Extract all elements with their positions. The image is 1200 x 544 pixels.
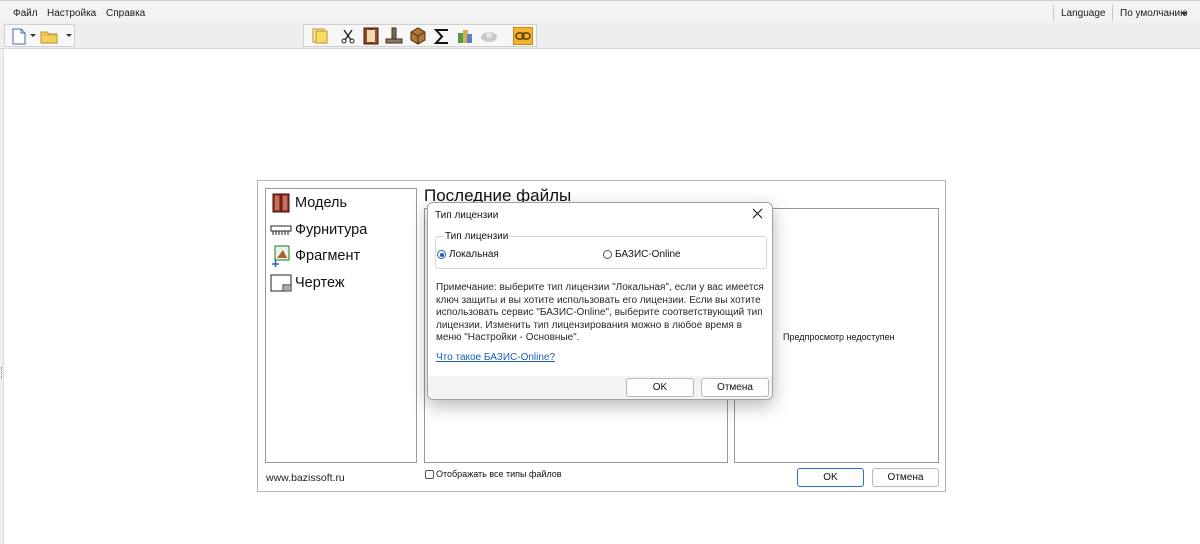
dialog-titlebar[interactable]: Тип лицензии <box>428 203 772 225</box>
drawing-icon <box>270 273 292 293</box>
radio-button-selected[interactable] <box>437 250 446 259</box>
cabinet-icon[interactable] <box>361 27 381 45</box>
cabinet-icon <box>270 193 292 213</box>
scissors-icon[interactable] <box>338 27 358 45</box>
link-icon[interactable] <box>513 27 533 45</box>
file-toolbar-group <box>4 24 75 47</box>
dialog-footer: OK Отмена <box>428 376 772 399</box>
start-cancel-button[interactable]: Отмена <box>872 468 939 487</box>
menu-language[interactable]: Language <box>1061 8 1106 19</box>
new-file-dropdown-icon[interactable] <box>30 34 36 37</box>
box-icon[interactable] <box>408 27 428 45</box>
dialog-cancel-button[interactable]: Отмена <box>701 378 769 397</box>
left-splitter[interactable] <box>0 49 4 544</box>
nav-item-fragment[interactable]: Фрагмент <box>270 245 360 267</box>
start-ok-button[interactable]: OK <box>797 468 864 487</box>
splitter-grip[interactable] <box>1 367 3 379</box>
close-icon[interactable] <box>752 208 763 219</box>
nav-item-model[interactable]: Модель <box>270 192 347 214</box>
create-nav-list: Модель Фурнитура Фрагмент Чертеж <box>265 188 417 463</box>
menu-default-mode[interactable]: По умолчанию <box>1120 8 1188 19</box>
radio-local[interactable]: Локальная <box>437 249 499 260</box>
fragment-icon <box>270 245 292 267</box>
main-toolbar-group <box>303 24 537 47</box>
nav-item-drawing[interactable]: Чертеж <box>270 272 345 294</box>
license-type-dialog: Тип лицензии Тип лицензии Локальная БАЗИ… <box>427 202 773 400</box>
show-all-files-label: Отображать все типы файлов <box>436 469 562 479</box>
nav-label: Модель <box>295 195 348 211</box>
cloud-icon[interactable] <box>479 27 499 45</box>
materials-icon[interactable] <box>455 27 475 45</box>
toolbar <box>0 22 1200 49</box>
website-link[interactable]: www.bazissoft.ru <box>266 472 345 484</box>
what-is-bazis-online-link[interactable]: Что такое БАЗИС-Online? <box>436 352 555 363</box>
anvil-icon[interactable] <box>384 27 404 45</box>
open-project-icon[interactable] <box>310 27 330 45</box>
sigma-icon[interactable] <box>432 27 452 45</box>
menu-help[interactable]: Справка <box>106 8 145 19</box>
nav-label: Фурнитура <box>295 222 368 238</box>
radio-bazis-online-label: БАЗИС-Online <box>615 249 681 260</box>
nav-label: Фрагмент <box>295 248 361 264</box>
license-group-label: Тип лицензии <box>444 231 510 242</box>
new-file-icon[interactable] <box>9 27 29 45</box>
license-note-text: Примечание: выберите тип лицензии "Локал… <box>436 282 764 344</box>
dialog-ok-button[interactable]: OK <box>626 378 694 397</box>
nav-label: Чертеж <box>295 275 345 291</box>
show-all-files-checkbox[interactable] <box>425 469 434 479</box>
hardware-icon <box>270 220 292 240</box>
menu-separator <box>1053 5 1054 21</box>
menu-separator <box>1112 5 1113 21</box>
show-all-files-toggle[interactable]: Отображать все типы файлов <box>425 469 562 479</box>
menubar: Файл Настройка Справка Language По умолч… <box>0 0 1200 22</box>
preview-unavailable-text: Предпросмотр недоступен <box>783 332 895 342</box>
radio-local-label: Локальная <box>449 249 499 260</box>
dialog-title: Тип лицензии <box>435 210 499 221</box>
dialog-body: Тип лицензии Локальная БАЗИС-Online Прим… <box>428 225 772 376</box>
radio-bazis-online[interactable]: БАЗИС-Online <box>603 249 681 260</box>
open-folder-dropdown-icon[interactable] <box>66 34 72 37</box>
menu-file[interactable]: Файл <box>13 8 38 19</box>
radio-button[interactable] <box>603 250 612 259</box>
menu-settings[interactable]: Настройка <box>47 8 96 19</box>
open-folder-icon[interactable] <box>39 27 59 45</box>
nav-item-hardware[interactable]: Фурнитура <box>270 219 367 241</box>
license-type-group: Тип лицензии Локальная БАЗИС-Online <box>435 231 767 269</box>
chevron-down-icon[interactable] <box>1181 12 1187 16</box>
